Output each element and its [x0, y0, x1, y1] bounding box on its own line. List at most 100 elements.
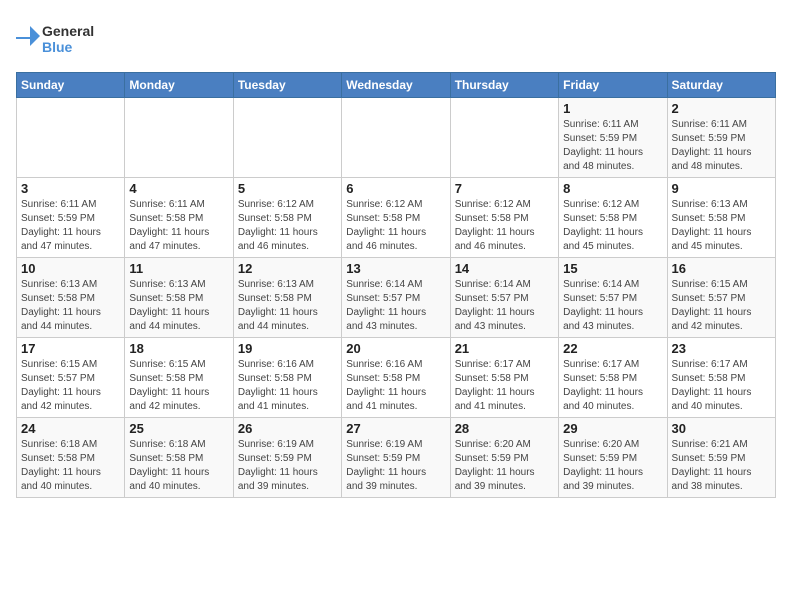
cell-info: Sunrise: 6:15 AMSunset: 5:57 PMDaylight:… — [21, 358, 120, 414]
day-number: 13 — [346, 261, 445, 276]
day-number: 19 — [238, 341, 337, 356]
calendar-cell: 10 Sunrise: 6:13 AMSunset: 5:58 PMDayligh… — [17, 258, 125, 338]
day-number: 26 — [238, 421, 337, 436]
calendar-cell: 23 Sunrise: 6:17 AMSunset: 5:58 PMDayligh… — [667, 338, 775, 418]
calendar-cell: 9 Sunrise: 6:13 AMSunset: 5:58 PMDaylight… — [667, 178, 775, 258]
calendar-cell: 29 Sunrise: 6:20 AMSunset: 5:59 PMDayligh… — [559, 418, 667, 498]
day-number: 4 — [129, 181, 228, 196]
cell-info: Sunrise: 6:18 AMSunset: 5:58 PMDaylight:… — [129, 438, 228, 494]
day-number: 8 — [563, 181, 662, 196]
calendar-cell: 13 Sunrise: 6:14 AMSunset: 5:57 PMDayligh… — [342, 258, 450, 338]
calendar-cell: 19 Sunrise: 6:16 AMSunset: 5:58 PMDayligh… — [233, 338, 341, 418]
day-number: 23 — [672, 341, 771, 356]
cell-info: Sunrise: 6:21 AMSunset: 5:59 PMDaylight:… — [672, 438, 771, 494]
calendar-cell: 2 Sunrise: 6:11 AMSunset: 5:59 PMDaylight… — [667, 98, 775, 178]
calendar-table: SundayMondayTuesdayWednesdayThursdayFrid… — [16, 72, 776, 498]
svg-text:General: General — [42, 23, 94, 39]
day-number: 24 — [21, 421, 120, 436]
weekday-sunday: Sunday — [17, 73, 125, 98]
calendar-cell: 17 Sunrise: 6:15 AMSunset: 5:57 PMDayligh… — [17, 338, 125, 418]
calendar-cell: 5 Sunrise: 6:12 AMSunset: 5:58 PMDaylight… — [233, 178, 341, 258]
day-number: 1 — [563, 101, 662, 116]
calendar-cell: 24 Sunrise: 6:18 AMSunset: 5:58 PMDayligh… — [17, 418, 125, 498]
day-number: 15 — [563, 261, 662, 276]
cell-info: Sunrise: 6:17 AMSunset: 5:58 PMDaylight:… — [563, 358, 662, 414]
day-number: 5 — [238, 181, 337, 196]
calendar-header: SundayMondayTuesdayWednesdayThursdayFrid… — [17, 73, 776, 98]
calendar-cell: 21 Sunrise: 6:17 AMSunset: 5:58 PMDayligh… — [450, 338, 558, 418]
cell-info: Sunrise: 6:13 AMSunset: 5:58 PMDaylight:… — [21, 278, 120, 334]
calendar-cell: 12 Sunrise: 6:13 AMSunset: 5:58 PMDayligh… — [233, 258, 341, 338]
calendar-cell: 18 Sunrise: 6:15 AMSunset: 5:58 PMDayligh… — [125, 338, 233, 418]
calendar-cell: 27 Sunrise: 6:19 AMSunset: 5:59 PMDayligh… — [342, 418, 450, 498]
weekday-friday: Friday — [559, 73, 667, 98]
calendar-cell: 14Sunrise: 6:14 AMSunset: 5:57 PMDayligh… — [450, 258, 558, 338]
week-row-5: 24 Sunrise: 6:18 AMSunset: 5:58 PMDayligh… — [17, 418, 776, 498]
day-number: 10 — [21, 261, 120, 276]
day-number: 16 — [672, 261, 771, 276]
day-number: 21 — [455, 341, 554, 356]
day-number: 20 — [346, 341, 445, 356]
day-number: 29 — [563, 421, 662, 436]
day-number: 18 — [129, 341, 228, 356]
calendar-cell — [450, 98, 558, 178]
calendar-cell: 8Sunrise: 6:12 AMSunset: 5:58 PMDaylight… — [559, 178, 667, 258]
calendar-cell: 4 Sunrise: 6:11 AMSunset: 5:58 PMDaylight… — [125, 178, 233, 258]
calendar-cell: 28Sunrise: 6:20 AMSunset: 5:59 PMDayligh… — [450, 418, 558, 498]
calendar-cell: 15 Sunrise: 6:14 AMSunset: 5:57 PMDayligh… — [559, 258, 667, 338]
calendar-cell: 25Sunrise: 6:18 AMSunset: 5:58 PMDayligh… — [125, 418, 233, 498]
day-number: 2 — [672, 101, 771, 116]
cell-info: Sunrise: 6:12 AMSunset: 5:58 PMDaylight:… — [238, 198, 337, 254]
day-number: 17 — [21, 341, 120, 356]
calendar-cell — [125, 98, 233, 178]
calendar-cell: 16 Sunrise: 6:15 AMSunset: 5:57 PMDayligh… — [667, 258, 775, 338]
cell-info: Sunrise: 6:13 AMSunset: 5:58 PMDaylight:… — [129, 278, 228, 334]
day-number: 12 — [238, 261, 337, 276]
week-row-4: 17 Sunrise: 6:15 AMSunset: 5:57 PMDayligh… — [17, 338, 776, 418]
cell-info: Sunrise: 6:12 AMSunset: 5:58 PMDaylight:… — [346, 198, 445, 254]
cell-info: Sunrise: 6:16 AMSunset: 5:58 PMDaylight:… — [238, 358, 337, 414]
cell-info: Sunrise: 6:19 AMSunset: 5:59 PMDaylight:… — [346, 438, 445, 494]
weekday-saturday: Saturday — [667, 73, 775, 98]
calendar-cell: 3Sunrise: 6:11 AMSunset: 5:59 PMDaylight… — [17, 178, 125, 258]
calendar-cell — [342, 98, 450, 178]
logo-svg: General Blue — [16, 16, 106, 60]
cell-info: Sunrise: 6:12 AMSunset: 5:58 PMDaylight:… — [455, 198, 554, 254]
cell-info: Sunrise: 6:19 AMSunset: 5:59 PMDaylight:… — [238, 438, 337, 494]
calendar-cell: 22 Sunrise: 6:17 AMSunset: 5:58 PMDayligh… — [559, 338, 667, 418]
calendar-cell: 11Sunrise: 6:13 AMSunset: 5:58 PMDayligh… — [125, 258, 233, 338]
cell-info: Sunrise: 6:18 AMSunset: 5:58 PMDaylight:… — [21, 438, 120, 494]
cell-info: Sunrise: 6:11 AMSunset: 5:59 PMDaylight:… — [672, 118, 771, 174]
cell-info: Sunrise: 6:11 AMSunset: 5:59 PMDaylight:… — [563, 118, 662, 174]
week-row-1: 1 Sunrise: 6:11 AMSunset: 5:59 PMDaylight… — [17, 98, 776, 178]
cell-info: Sunrise: 6:14 AMSunset: 5:57 PMDaylight:… — [455, 278, 554, 334]
day-number: 30 — [672, 421, 771, 436]
week-row-3: 10 Sunrise: 6:13 AMSunset: 5:58 PMDayligh… — [17, 258, 776, 338]
day-number: 6 — [346, 181, 445, 196]
day-number: 27 — [346, 421, 445, 436]
cell-info: Sunrise: 6:17 AMSunset: 5:58 PMDaylight:… — [672, 358, 771, 414]
cell-info: Sunrise: 6:11 AMSunset: 5:58 PMDaylight:… — [129, 198, 228, 254]
calendar-cell: 7 Sunrise: 6:12 AMSunset: 5:58 PMDaylight… — [450, 178, 558, 258]
cell-info: Sunrise: 6:15 AMSunset: 5:58 PMDaylight:… — [129, 358, 228, 414]
cell-info: Sunrise: 6:15 AMSunset: 5:57 PMDaylight:… — [672, 278, 771, 334]
calendar-cell: 20Sunrise: 6:16 AMSunset: 5:58 PMDayligh… — [342, 338, 450, 418]
calendar-cell: 1 Sunrise: 6:11 AMSunset: 5:59 PMDaylight… — [559, 98, 667, 178]
cell-info: Sunrise: 6:20 AMSunset: 5:59 PMDaylight:… — [563, 438, 662, 494]
day-number: 28 — [455, 421, 554, 436]
cell-info: Sunrise: 6:14 AMSunset: 5:57 PMDaylight:… — [563, 278, 662, 334]
calendar-cell: 30 Sunrise: 6:21 AMSunset: 5:59 PMDayligh… — [667, 418, 775, 498]
day-number: 7 — [455, 181, 554, 196]
day-number: 22 — [563, 341, 662, 356]
cell-info: Sunrise: 6:17 AMSunset: 5:58 PMDaylight:… — [455, 358, 554, 414]
header-area: General Blue — [16, 16, 776, 60]
day-number: 9 — [672, 181, 771, 196]
weekday-tuesday: Tuesday — [233, 73, 341, 98]
cell-info: Sunrise: 6:14 AMSunset: 5:57 PMDaylight:… — [346, 278, 445, 334]
cell-info: Sunrise: 6:13 AMSunset: 5:58 PMDaylight:… — [238, 278, 337, 334]
calendar-cell: 26 Sunrise: 6:19 AMSunset: 5:59 PMDayligh… — [233, 418, 341, 498]
cell-info: Sunrise: 6:13 AMSunset: 5:58 PMDaylight:… — [672, 198, 771, 254]
weekday-monday: Monday — [125, 73, 233, 98]
week-row-2: 3Sunrise: 6:11 AMSunset: 5:59 PMDaylight… — [17, 178, 776, 258]
logo: General Blue — [16, 16, 106, 60]
